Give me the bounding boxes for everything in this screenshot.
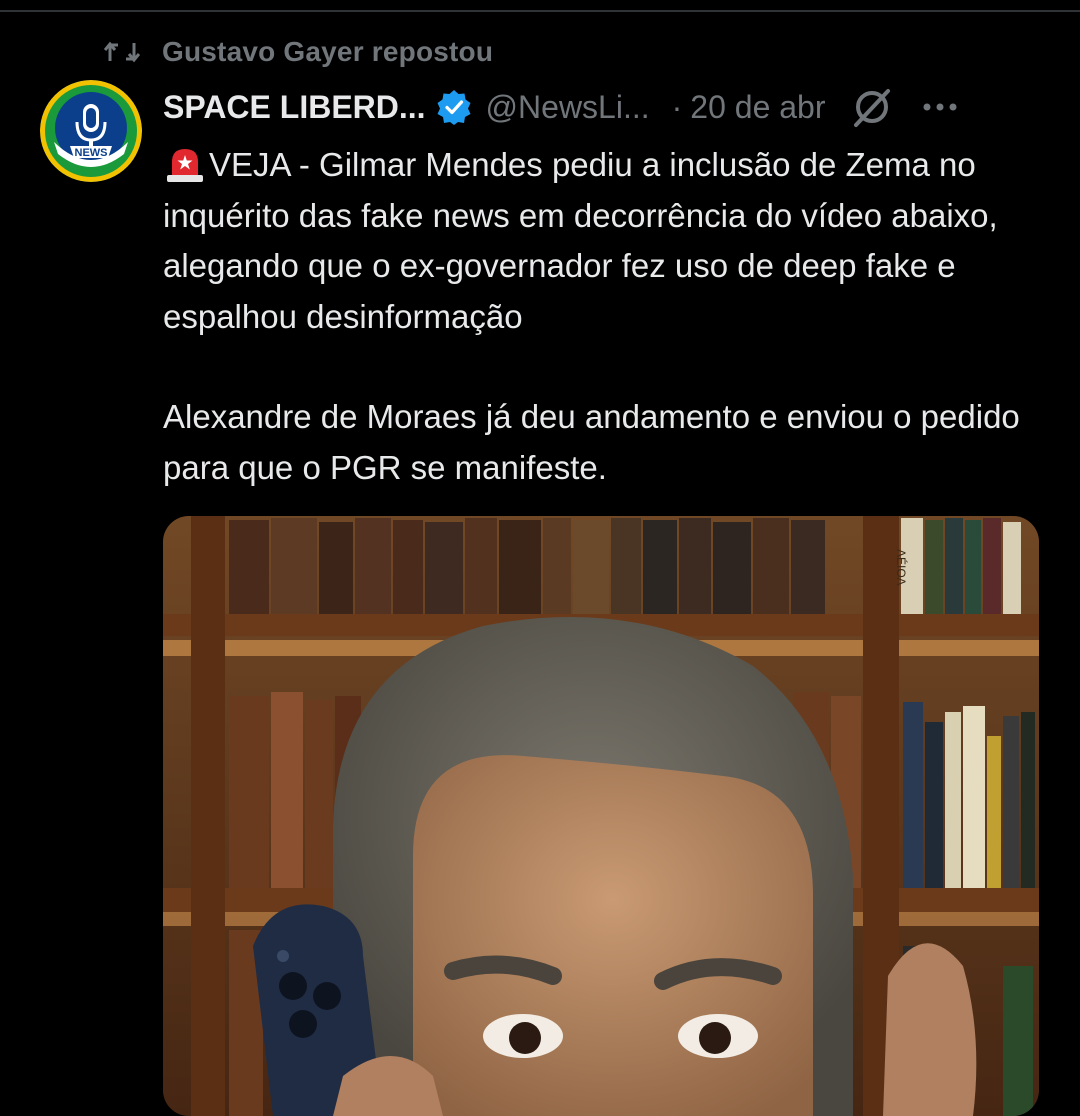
grok-icon[interactable]: [850, 85, 894, 129]
tweet-paragraph-1: VEJA - Gilmar Mendes pediu a inclusão de…: [163, 144, 998, 335]
repost-icon: [104, 34, 140, 70]
book-spine-text: ΛÉΙΟΛ: [894, 549, 909, 586]
tweet-text: VEJA - Gilmar Mendes pediu a inclusão de…: [163, 140, 1053, 493]
display-name[interactable]: SPACE LIBERD...: [163, 89, 426, 126]
date-separator: ·: [671, 88, 683, 125]
tweet-header: SPACE LIBERD... @NewsLi... · 20 de abr: [163, 82, 1043, 132]
repost-text: Gustavo Gayer repostou: [162, 36, 494, 67]
tweet-date[interactable]: 20 de abr: [690, 89, 825, 126]
top-divider: [0, 10, 1080, 12]
repost-indicator[interactable]: Gustavo Gayer repostou: [104, 30, 493, 74]
more-options-icon[interactable]: [920, 87, 960, 127]
rotating-light-icon: [163, 144, 207, 182]
tweet-paragraph-2: Alexandre de Moraes já deu andamento e e…: [163, 398, 1020, 486]
user-handle[interactable]: @NewsLi...: [486, 89, 650, 126]
verified-badge-icon: [436, 89, 472, 125]
avatar[interactable]: NEWS: [40, 80, 142, 182]
avatar-label: NEWS: [75, 147, 108, 159]
tweet-media-video[interactable]: ΛÉΙΟΛ: [163, 516, 1039, 1116]
